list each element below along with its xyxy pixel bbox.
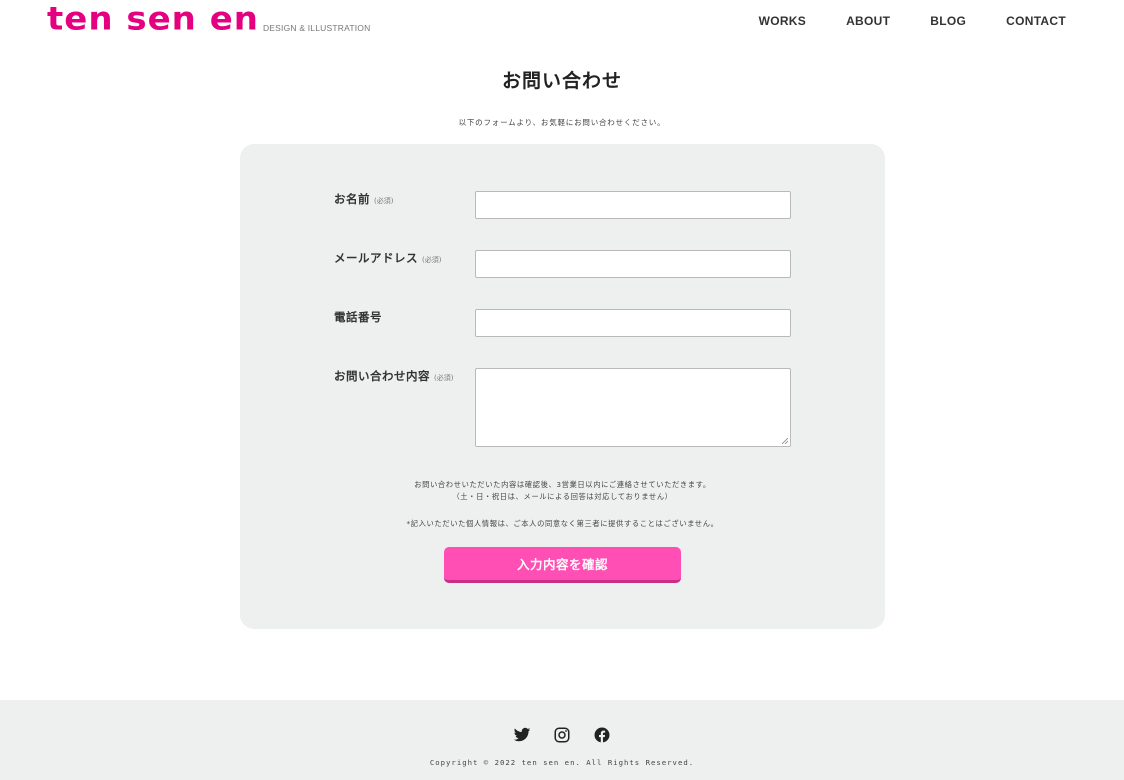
privacy-note: *記入いただいた個人情報は、ご本人の同意なく第三者に提供することはございません。 <box>406 519 719 528</box>
email-input[interactable] <box>475 250 791 278</box>
name-label-text: お名前 <box>334 192 370 206</box>
facebook-icon[interactable] <box>593 726 611 744</box>
logo-wordmark: ten sen en <box>47 0 259 38</box>
phone-input[interactable] <box>475 309 791 337</box>
confirm-button[interactable]: 入力内容を確認 <box>444 547 681 583</box>
logo-tagline: DESIGN & ILLUSTRATION <box>262 23 371 33</box>
nav-blog[interactable]: BLOG <box>930 14 966 28</box>
response-note: お問い合わせいただいた内容は確認後、3営業日以内にご連絡させていただきます。 <box>414 480 711 489</box>
page-lead: 以下のフォームより、お気軽にお問い合わせください。 <box>458 118 666 127</box>
site-footer: Copyright © 2022 ten sen en. All Rights … <box>0 700 1124 780</box>
resize-handle-icon[interactable] <box>782 438 788 444</box>
social-links <box>0 726 1124 744</box>
required-mark: (必須) <box>434 374 454 382</box>
page-title: お問い合わせ <box>501 70 622 92</box>
phone-label: 電話番号 <box>334 309 382 325</box>
message-label: お問い合わせ内容 (必須) <box>334 368 453 384</box>
main-nav: WORKS ABOUT BLOG CONTACT <box>759 14 1066 28</box>
message-label-text: お問い合わせ内容 <box>334 369 430 383</box>
nav-about[interactable]: ABOUT <box>846 14 890 28</box>
required-mark: (必須) <box>374 197 394 205</box>
required-mark: (必須) <box>422 256 442 264</box>
site-header: ten sen en DESIGN & ILLUSTRATION WORKS A… <box>0 0 1124 44</box>
email-label-text: メールアドレス <box>334 251 418 265</box>
nav-contact[interactable]: CONTACT <box>1006 14 1066 28</box>
message-textarea[interactable] <box>475 368 791 447</box>
email-label: メールアドレス (必須) <box>334 250 441 266</box>
twitter-icon[interactable] <box>513 726 531 744</box>
copyright-text: Copyright © 2022 ten sen en. All Rights … <box>429 758 695 767</box>
site-logo[interactable]: ten sen en DESIGN & ILLUSTRATION <box>47 0 371 38</box>
name-label: お名前 (必須) <box>334 191 393 207</box>
instagram-icon[interactable] <box>553 726 571 744</box>
contact-form-panel: お名前 (必須) メールアドレス (必須) 電話番号 お問い合わせ内容 (必須) お問… <box>240 144 885 629</box>
nav-works[interactable]: WORKS <box>759 14 807 28</box>
name-input[interactable] <box>475 191 791 219</box>
weekend-note: （土・日・祝日は、メールによる回答は対応しておりません） <box>452 492 673 501</box>
phone-label-text: 電話番号 <box>334 310 382 324</box>
